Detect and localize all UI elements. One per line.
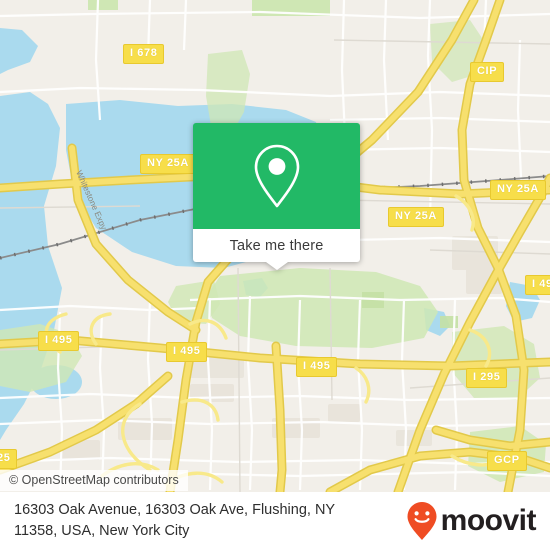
map-screenshot: Whitestone Expy I 678 CIP NY 25A NY 25A NY 2… (0, 0, 550, 550)
shield-i-295: I 295 (466, 368, 508, 388)
address-line-1: 16303 Oak Avenue, 16303 Oak Ave, Flushin… (14, 502, 336, 518)
popup-action-area[interactable]: Take me there (193, 229, 360, 270)
shield-i-495-west: I 495 (38, 331, 80, 351)
map-pin-icon (254, 144, 299, 208)
shield-ny-25a-west: NY 25A (140, 154, 196, 174)
shield-i-495-midwest: I 495 (166, 342, 208, 362)
popup-tail (265, 262, 288, 270)
moovit-pin-icon (407, 502, 437, 540)
shield-i-678: I 678 (123, 44, 165, 64)
shield-gcp: GCP (487, 451, 527, 471)
address-text: 16303 Oak Avenue, 16303 Oak Ave, Flushin… (14, 500, 335, 542)
osm-attribution[interactable]: © OpenStreetMap contributors (0, 470, 188, 491)
shield-cip: CIP (470, 62, 505, 82)
shield-ny-25a-east: NY 25A (490, 180, 546, 200)
address-line-2: 11358, USA, New York City (14, 523, 190, 539)
take-me-there-button[interactable]: Take me there (230, 238, 324, 254)
moovit-logo[interactable]: moovit (406, 501, 537, 541)
shield-ny-25a-center: NY 25A (388, 207, 444, 227)
popup-icon-area (193, 123, 360, 229)
moovit-wordmark: moovit (440, 504, 537, 537)
shield-25-edge: 25 (0, 449, 18, 469)
shield-i-495-center: I 495 (296, 357, 338, 377)
shield-i-495-edge: I 495 (525, 275, 550, 295)
footer-bar: 16303 Oak Avenue, 16303 Oak Ave, Flushin… (0, 492, 550, 550)
location-popup-card[interactable]: Take me there (193, 123, 360, 270)
